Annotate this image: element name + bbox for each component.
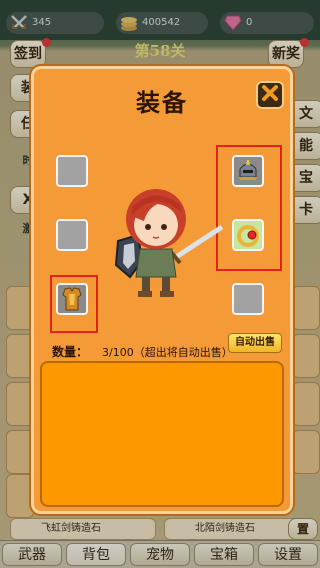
equip-slot-empty[interactable] — [56, 155, 88, 187]
quantity-label: 数量： — [52, 345, 89, 359]
equip-slot-empty[interactable] — [56, 219, 88, 251]
quantity-row: 数量： 3/100（超出将自动出售） — [52, 343, 233, 360]
auto-sell-button[interactable]: 自动出售 — [228, 333, 282, 353]
equipment-dialog: 装备 数量： 3/100（超出将自动出售） 自动出售 — [31, 66, 293, 514]
hero-character — [104, 165, 224, 305]
quantity-value: 3/100（超出将自动出售） — [102, 346, 233, 359]
close-icon — [261, 84, 279, 106]
highlight-box — [50, 275, 98, 333]
close-button[interactable] — [256, 81, 284, 109]
dialog-title: 装备 — [136, 89, 188, 117]
highlight-box — [216, 145, 282, 271]
equipment-list-pane — [40, 361, 284, 507]
equip-slot-empty[interactable] — [232, 283, 264, 315]
